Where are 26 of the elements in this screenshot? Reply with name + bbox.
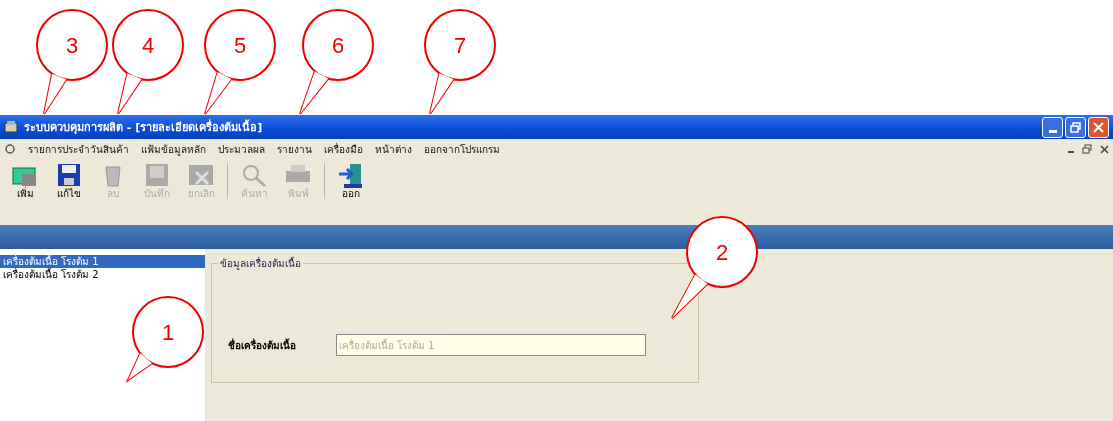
menu-item[interactable]: หน้าต่าง [375,141,412,157]
restore-icon[interactable] [1082,144,1092,154]
minimize-button[interactable] [1042,116,1063,138]
menu-item[interactable]: แฟ้มข้อมูลหลัก [141,141,206,157]
window-title: ระบบควบคุมการผลิต - [รายละเอียดเครื่องต้มเนื้อ] [24,118,263,136]
menu-item[interactable]: ออกจากโปรแกรม [424,141,500,157]
minimize-icon [1048,129,1057,133]
close-icon[interactable] [1100,144,1109,154]
toolbar-button[interactable]: เพิ่ม [4,162,46,200]
close-button[interactable] [1088,116,1109,138]
group-title: ข้อมูลเครื่องต้มเนื้อ [218,256,303,271]
restore-icon [1070,121,1081,133]
menu-item[interactable]: ประมวลผล [218,141,265,157]
cancel-icon [186,162,216,188]
menu-item[interactable]: เครื่องมือ [324,141,363,157]
field-label: ชื่อเครื่องต้มเนื้อ [228,337,296,353]
toolbar-button[interactable]: ออก [330,162,372,200]
restore-button[interactable] [1065,116,1086,138]
close-icon [1093,121,1104,133]
menu-item[interactable]: รายงาน [277,141,312,157]
toolbar-button[interactable]: แก้ไข [48,162,90,200]
app-icon [4,120,18,134]
document-icon [4,143,16,155]
list-item[interactable]: เครื่องต้มเนื้อ โรงต้ม 2 [0,268,205,281]
menu-item[interactable]: รายการประจำวันสินค้า [28,141,129,157]
list-item[interactable]: เครื่องต้มเนื้อ โรงต้ม 1 [0,255,205,268]
